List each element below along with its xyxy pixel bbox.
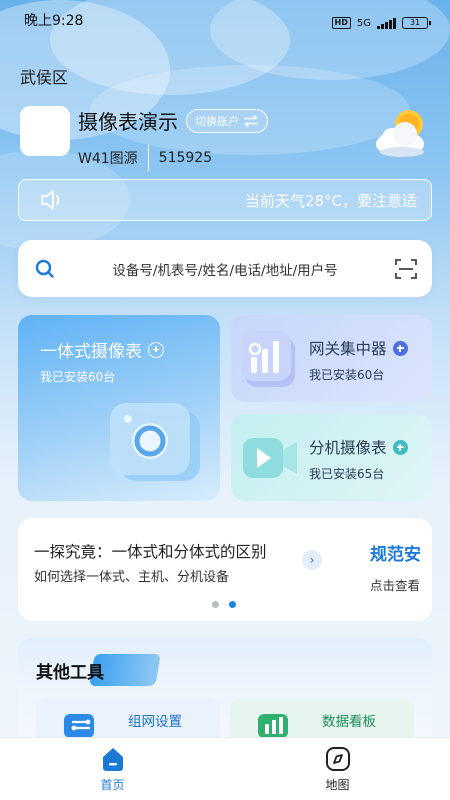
meta-divider	[147, 145, 149, 171]
pagination-dot[interactable]	[212, 601, 219, 608]
card-integrated-subtitle: 我已安装60台	[40, 370, 116, 384]
switch-account-label: 切换账户	[195, 114, 239, 128]
search-icon	[35, 259, 54, 278]
card-split-title: 分机摄像表	[309, 436, 408, 458]
status-indicators: HD 5G 31	[331, 10, 431, 36]
card-gateway-text: 网关集中器 我已安装60台	[309, 337, 408, 383]
tool-network-settings-label: 组网设置	[128, 714, 182, 730]
card-integrated-title-text: 一体式摄像表	[40, 342, 142, 362]
card-gateway-title: 网关集中器	[309, 337, 408, 359]
account-name-row: 摄像表演示 切换账户	[78, 106, 268, 135]
card-gateway-concentrator[interactable]: 网关集中器 我已安装60台	[231, 315, 432, 402]
speaker-icon	[41, 190, 60, 210]
switch-account-button[interactable]: 切换账户	[186, 108, 268, 133]
banner-view-link[interactable]: 点击查看	[370, 575, 420, 594]
search-placeholder[interactable]: 设备号/机表号/姓名/电话/地址/用户号	[56, 259, 394, 279]
status-time: 晚上9:28	[24, 13, 84, 29]
card-split-camera-meter[interactable]: 分机摄像表 我已安装65台	[231, 414, 432, 501]
account-info: 摄像表演示 切换账户 W41图源 515925	[78, 106, 268, 171]
card-gateway-title-text: 网关集中器	[309, 340, 387, 358]
avatar[interactable]	[20, 106, 70, 156]
swap-arrows-icon	[244, 114, 258, 127]
weather-notice-text: 当前天气28°C，要注意适	[244, 191, 417, 210]
card-split-subtitle: 我已安装65台	[309, 467, 385, 481]
account-meta: W41图源 515925	[78, 145, 268, 171]
battery-icon: 31	[402, 17, 431, 29]
card-split-title-text: 分机摄像表	[309, 439, 387, 457]
account-name: 摄像表演示	[78, 110, 178, 134]
banner-subtitle: 如何选择一体式、主机、分机设备	[34, 570, 230, 585]
tool-data-dashboard-label: 数据看板	[322, 714, 376, 730]
scan-icon[interactable]	[394, 257, 418, 281]
tab-map-label: 地图	[325, 778, 350, 792]
network-type: 5G	[356, 17, 371, 29]
home-icon	[102, 748, 123, 771]
video-camera-icon	[243, 438, 297, 478]
banner-pagination	[212, 601, 236, 608]
add-icon[interactable]	[392, 439, 408, 455]
info-banner[interactable]: 一探究竟：一体式和分体式的区别 如何选择一体式、主机、分机设备 › 规范安 点击…	[18, 518, 432, 621]
partly-cloudy-icon	[376, 110, 424, 157]
tab-map[interactable]: 地图	[225, 738, 450, 800]
chevron-right-icon[interactable]: ›	[302, 550, 322, 570]
card-integrated-text: 一体式摄像表 我已安装60台	[40, 337, 164, 385]
account-profile: 摄像表演示 切换账户 W41图源 515925	[20, 106, 268, 171]
section-title: 其他工具	[36, 663, 104, 683]
account-code: 515925	[158, 150, 213, 166]
data-dashboard-icon	[258, 714, 288, 738]
pagination-dot-active[interactable]	[229, 601, 236, 608]
banner-next-title: 规范安	[370, 545, 421, 565]
tab-home[interactable]: 首页	[0, 738, 225, 800]
camera-icon	[110, 403, 200, 481]
banner-title: 一探究竟：一体式和分体式的区别	[34, 543, 267, 561]
bottom-tab-bar: 首页 地图	[0, 737, 450, 800]
card-integrated-camera-meter[interactable]: 一体式摄像表 我已安装60台	[18, 315, 220, 501]
add-icon[interactable]	[148, 341, 164, 358]
card-split-text: 分机摄像表 我已安装65台	[309, 436, 408, 482]
signal-icon	[377, 17, 396, 29]
compass-icon	[325, 747, 350, 771]
add-icon[interactable]	[392, 340, 408, 356]
bar-chart-icon	[241, 331, 295, 387]
tab-home-label: 首页	[100, 778, 125, 792]
hd-icon: HD	[331, 17, 351, 29]
account-source: W41图源	[78, 151, 138, 167]
card-gateway-subtitle: 我已安装60台	[309, 368, 385, 382]
card-integrated-title: 一体式摄像表	[40, 337, 164, 362]
network-settings-icon	[64, 714, 94, 738]
district-label[interactable]: 武侯区	[20, 64, 68, 88]
weather-notice[interactable]: 当前天气28°C，要注意适	[18, 179, 432, 221]
search-bar[interactable]: 设备号/机表号/姓名/电话/地址/用户号	[18, 240, 432, 297]
status-bar: 晚上9:28 HD 5G 31	[0, 0, 450, 36]
